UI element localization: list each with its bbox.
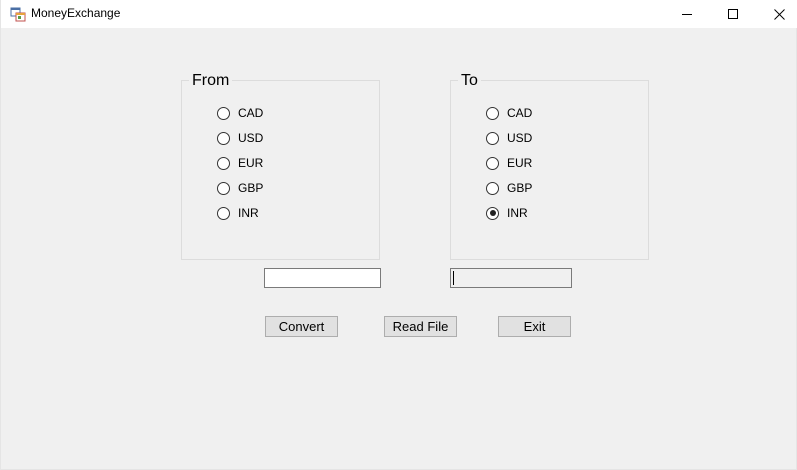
radio-label: CAD xyxy=(507,106,533,120)
to-radio-inr[interactable]: INR xyxy=(486,205,528,221)
radio-circle[interactable] xyxy=(486,131,499,145)
window-title: MoneyExchange xyxy=(31,6,121,20)
from-radio-eur[interactable]: EUR xyxy=(217,155,263,171)
text-caret xyxy=(453,271,454,285)
money-exchange-window: MoneyExchange From CAD USD EUR GBP INR T… xyxy=(0,0,797,470)
exit-button[interactable]: Exit xyxy=(498,316,571,337)
radio-circle[interactable] xyxy=(486,156,499,170)
radio-circle[interactable] xyxy=(217,206,230,220)
close-button[interactable] xyxy=(756,0,797,28)
radio-label: CAD xyxy=(238,106,264,120)
radio-label: EUR xyxy=(238,156,264,170)
result-output[interactable] xyxy=(450,268,572,288)
radio-label: USD xyxy=(238,131,264,145)
from-groupbox: From CAD USD EUR GBP INR xyxy=(181,72,380,260)
from-group-title: From xyxy=(189,72,233,90)
radio-label: GBP xyxy=(507,181,533,195)
radio-label: GBP xyxy=(238,181,264,195)
from-radio-cad[interactable]: CAD xyxy=(217,105,263,121)
to-radio-eur[interactable]: EUR xyxy=(486,155,532,171)
to-group-title: To xyxy=(458,72,481,90)
radio-circle[interactable] xyxy=(486,206,499,220)
radio-label: INR xyxy=(507,206,528,220)
radio-label: EUR xyxy=(507,156,533,170)
radio-label: USD xyxy=(507,131,533,145)
radio-circle[interactable] xyxy=(217,131,230,145)
radio-circle[interactable] xyxy=(486,106,499,120)
radio-circle[interactable] xyxy=(217,181,230,195)
app-window-icon xyxy=(10,7,26,22)
to-groupbox: To CAD USD EUR GBP INR xyxy=(450,72,649,260)
to-radio-usd[interactable]: USD xyxy=(486,130,532,146)
radio-circle[interactable] xyxy=(217,106,230,120)
radio-label: INR xyxy=(238,206,259,220)
from-radio-inr[interactable]: INR xyxy=(217,205,259,221)
minimize-button[interactable] xyxy=(664,0,710,28)
convert-button[interactable]: Convert xyxy=(265,316,338,337)
read-file-button[interactable]: Read File xyxy=(384,316,457,337)
radio-circle[interactable] xyxy=(217,156,230,170)
title-bar[interactable]: MoneyExchange xyxy=(1,0,797,28)
close-icon xyxy=(773,8,785,20)
maximize-icon xyxy=(728,9,738,19)
minimize-icon xyxy=(682,14,692,15)
radio-circle[interactable] xyxy=(486,181,499,195)
to-radio-cad[interactable]: CAD xyxy=(486,105,532,121)
to-radio-gbp[interactable]: GBP xyxy=(486,180,532,196)
maximize-button[interactable] xyxy=(710,0,756,28)
from-radio-gbp[interactable]: GBP xyxy=(217,180,263,196)
amount-input[interactable] xyxy=(264,268,381,288)
from-radio-usd[interactable]: USD xyxy=(217,130,263,146)
